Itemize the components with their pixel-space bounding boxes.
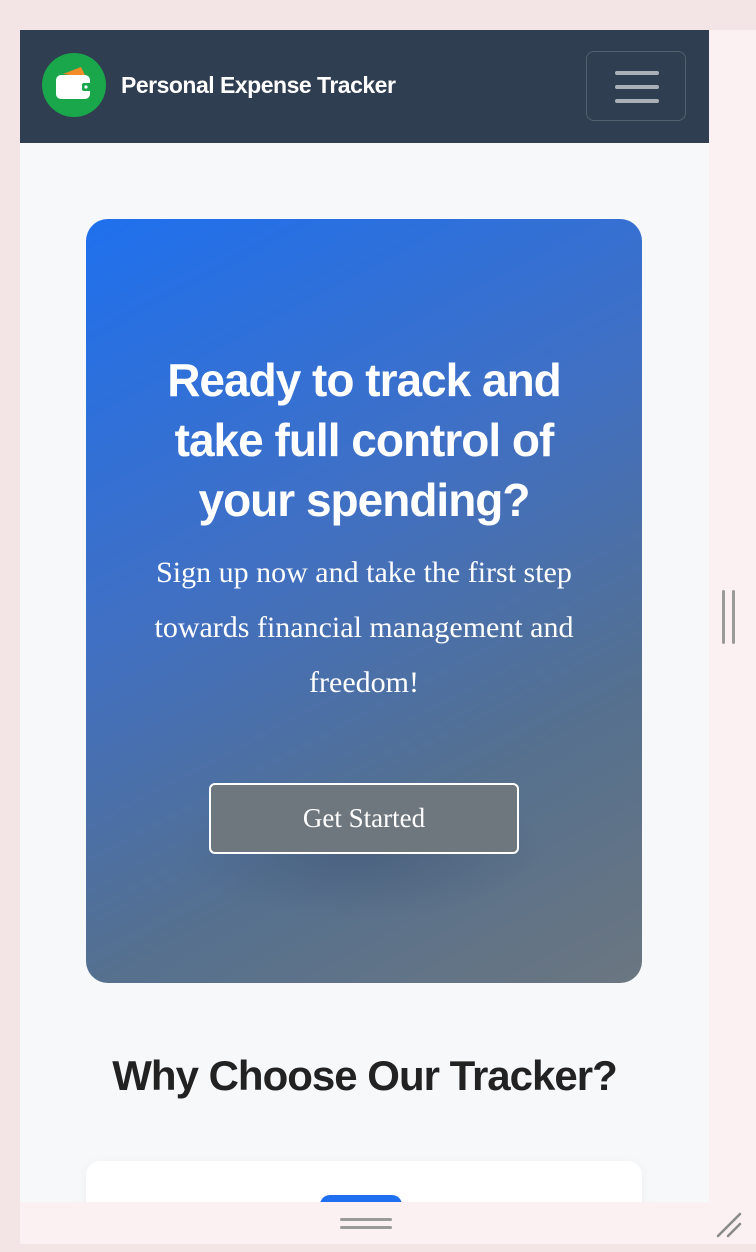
- brand-name[interactable]: Personal Expense Tracker: [121, 72, 396, 99]
- corner-resize-icon[interactable]: [714, 1210, 744, 1240]
- wallet-icon[interactable]: [42, 53, 106, 117]
- hamburger-menu-icon: [615, 71, 659, 75]
- feature-icon: [320, 1195, 402, 1202]
- hamburger-menu-button[interactable]: [586, 51, 686, 121]
- navbar: Personal Expense Tracker: [20, 30, 709, 143]
- get-started-button[interactable]: Get Started: [209, 783, 519, 854]
- hero-card: Ready to track and take full control of …: [86, 219, 642, 983]
- feature-card: [86, 1161, 642, 1202]
- horizontal-resize-handle[interactable]: [340, 1218, 392, 1230]
- vertical-resize-handle[interactable]: [722, 590, 736, 644]
- features-title: Why Choose Our Tracker?: [112, 1052, 617, 1099]
- hero-description: Sign up now and take the first step towa…: [154, 556, 574, 699]
- hero-title: Ready to track and take full control of …: [167, 354, 562, 526]
- hamburger-menu-icon-bar: [615, 99, 659, 103]
- hamburger-menu-icon-bar: [615, 85, 659, 89]
- wallet-icon-graphic: [56, 67, 92, 99]
- page-viewport: Personal Expense Tracker Ready to track …: [20, 30, 709, 1202]
